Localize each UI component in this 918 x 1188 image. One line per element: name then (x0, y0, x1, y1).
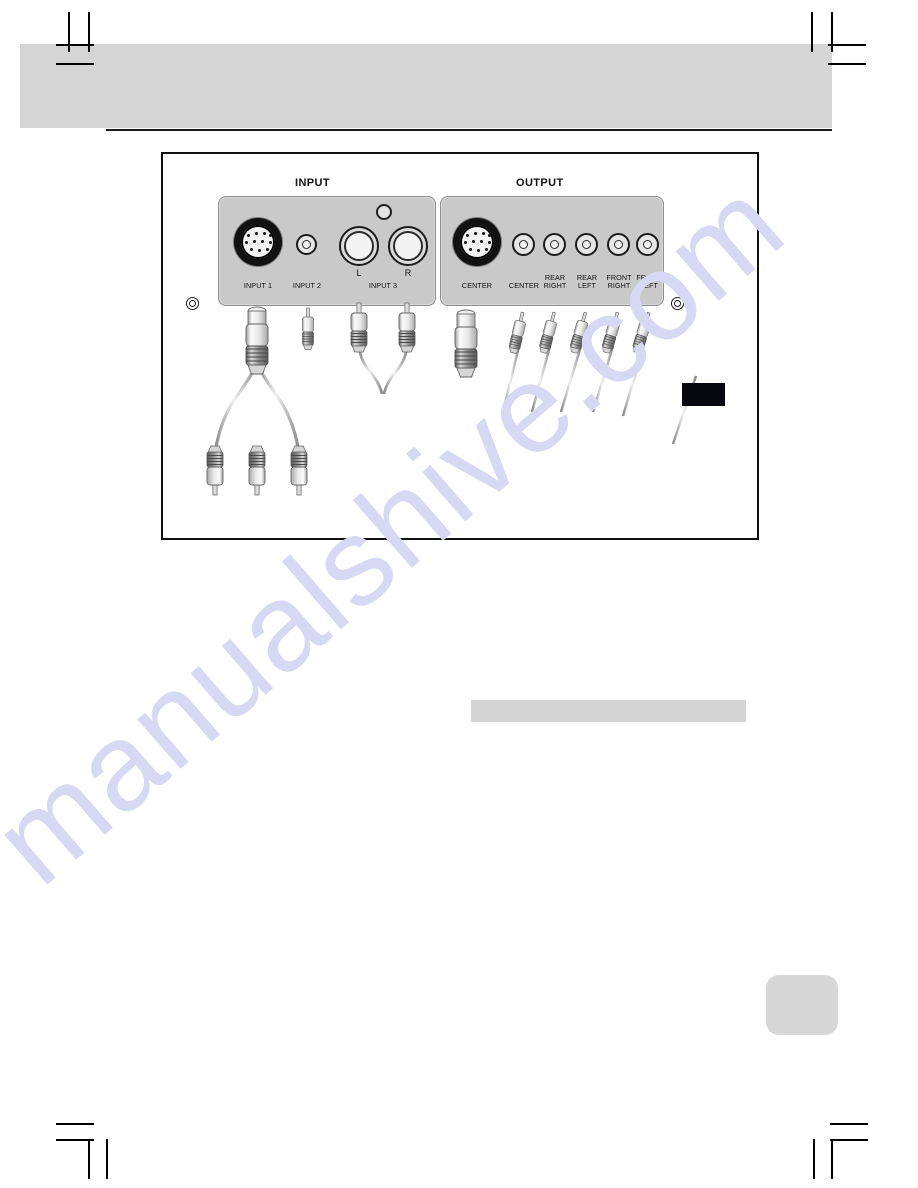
cable-output-plug-1 (501, 310, 529, 413)
cable-illustrations (206, 302, 698, 496)
cable-output-plug-2 (530, 310, 560, 413)
crop-mark-hline (828, 63, 866, 65)
crop-mark-hline (56, 44, 94, 46)
crop-mark-vline (811, 12, 813, 52)
crop-mark-hline (830, 1123, 868, 1125)
redaction-box (682, 383, 725, 406)
crop-mark-hline (828, 44, 866, 46)
crop-mark-vline (813, 1139, 815, 1179)
cable-din-to-three-rca (206, 306, 308, 496)
manual-page: INPUT OUTPUT INPUT 1 INPUT 2 L R INPUT 3… (0, 0, 918, 1188)
crop-mark-hline (56, 1123, 94, 1125)
crop-mark-vline (831, 12, 833, 52)
cable-single-mini-plug (302, 307, 314, 399)
crop-mark-vline (106, 1139, 108, 1179)
crop-mark-hline (830, 1139, 868, 1141)
cable-output-plug-3 (559, 310, 592, 413)
cable-output-plug-5 (621, 310, 655, 417)
section-band (471, 700, 746, 722)
crop-mark-vline (88, 1139, 90, 1179)
cable-stereo-y-rca (350, 302, 416, 395)
cable-center-din-plug (454, 309, 478, 404)
header-band (20, 44, 832, 128)
crop-mark-vline (831, 1139, 833, 1179)
header-rule (106, 129, 832, 131)
crop-mark-hline (56, 63, 94, 65)
crop-mark-vline (88, 12, 90, 52)
crop-mark-vline (68, 12, 70, 52)
page-number-tab (766, 975, 838, 1035)
cable-output-plug-4 (591, 310, 624, 413)
figure-connection-diagram: INPUT OUTPUT INPUT 1 INPUT 2 L R INPUT 3… (161, 152, 759, 540)
